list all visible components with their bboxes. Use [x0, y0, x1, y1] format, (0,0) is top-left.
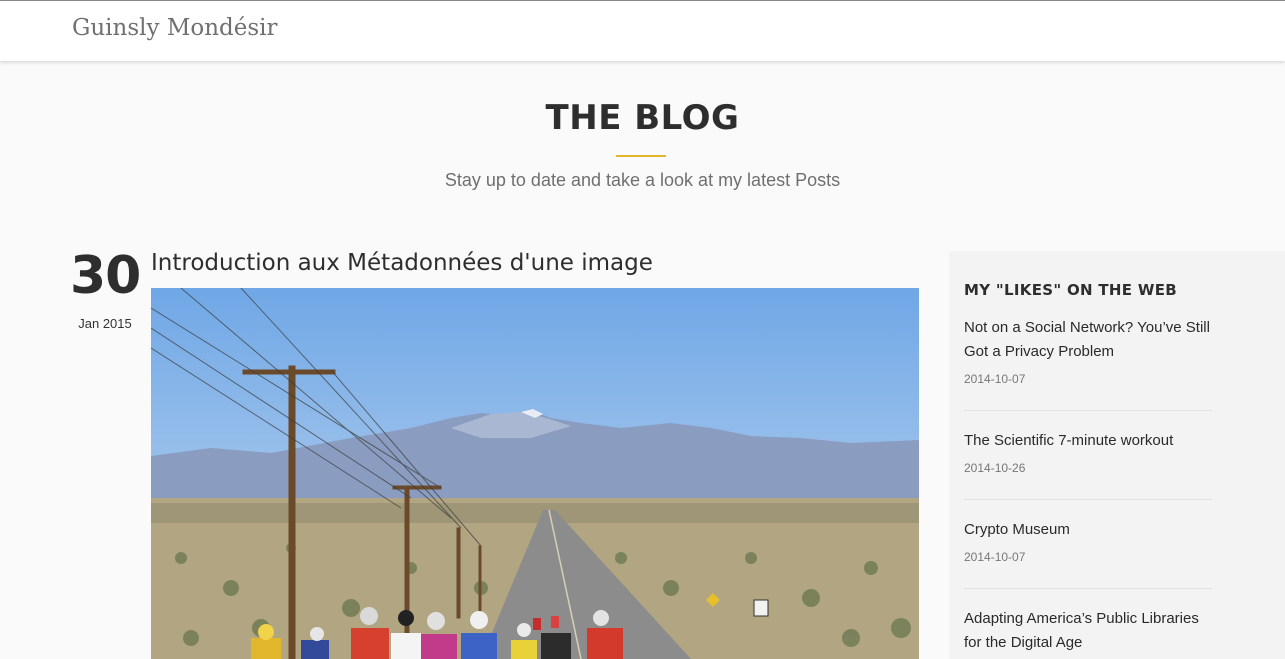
site-brand-link[interactable]: Guinsly Mondésir [72, 15, 278, 41]
list-item: The Scientific 7-minute workout 2014-10-… [964, 429, 1212, 500]
like-link[interactable]: The Scientific 7-minute workout [964, 429, 1212, 453]
post-featured-image[interactable] [151, 288, 919, 659]
like-link[interactable]: Crypto Museum [964, 518, 1212, 542]
post-date-month: Jan 2015 [78, 316, 132, 331]
like-date: 2014-10-07 [964, 372, 1026, 386]
list-item: Crypto Museum 2014-10-07 [964, 518, 1212, 589]
like-date: 2014-10-26 [964, 461, 1026, 475]
post-title-link[interactable]: Introduction aux Métadonnées d'une image [151, 250, 653, 276]
likes-sidebar: MY "LIKES" ON THE WEB Not on a Social Ne… [949, 251, 1285, 659]
post-date-day: 30 [70, 246, 141, 306]
top-navbar: Guinsly Mondésir [0, 0, 1285, 61]
page-title: THE BLOG [545, 98, 740, 138]
desert-road-photo [151, 288, 919, 659]
page-subtitle: Stay up to date and take a look at my la… [444, 170, 841, 190]
like-date: 2014-10-07 [964, 550, 1026, 564]
list-item: Not on a Social Network? You’ve Still Go… [964, 316, 1212, 411]
list-item: Adapting America’s Public Libraries for … [964, 607, 1212, 659]
like-link[interactable]: Not on a Social Network? You’ve Still Go… [964, 316, 1212, 364]
title-divider [616, 155, 666, 157]
like-link[interactable]: Adapting America’s Public Libraries for … [964, 607, 1212, 655]
sidebar-title: MY "LIKES" ON THE WEB [964, 281, 1177, 299]
